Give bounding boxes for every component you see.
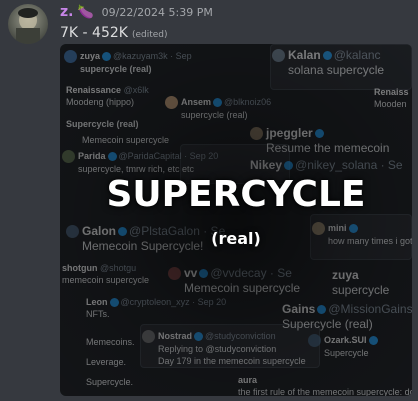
tweet-snippet: Leverage. — [86, 357, 127, 367]
tweet-snippet: Renaissance @x6lk Moodeng (hippo) — [66, 85, 149, 107]
tweet-snippet: Nikey @nikey_solana · Se — [250, 158, 403, 172]
tweet-snippet: zuya supercycle — [332, 268, 390, 297]
discord-message: z. 🍆 09/22/2024 5:39 PM 7K - 452K (edite… — [0, 0, 418, 401]
message-text: 7K - 452K — [60, 25, 128, 41]
eggplant-icon: 🍆 — [77, 5, 94, 20]
tweet-snippet: Gains@MissionGains · Se Supercycle (real… — [282, 302, 412, 331]
tweet-snippet: Ansem @blknoiz06 supercycle (real) — [165, 96, 271, 121]
verified-icon — [213, 98, 223, 108]
verified-icon — [199, 269, 209, 279]
attachment-title: SUPERCYCLE — [106, 174, 366, 215]
attachment-subtitle: (real) — [211, 229, 261, 248]
tweet-snippet: Memecoins. — [86, 337, 135, 347]
avatar — [272, 49, 285, 63]
tweet-snippet: Nostrad @studyconviction Replying to @stu… — [142, 330, 306, 367]
tweet-snippet: Parida @ParidaCapital · Sep 20 supercycle… — [62, 150, 218, 175]
username[interactable]: z. — [60, 4, 73, 20]
avatar — [64, 50, 77, 64]
tweet-snippet: Supercycle. — [86, 377, 134, 387]
tweet-snippet: Supercycle (real) — [66, 119, 139, 129]
tweet-snippet: Ozark.SUI Supercycle — [308, 334, 380, 359]
user-avatar[interactable] — [8, 4, 48, 44]
image-attachment[interactable]: zuya @kazuyam3k · Sep supercycle (real) K… — [60, 44, 412, 396]
message-content: 7K - 452K (edited) — [60, 25, 168, 43]
verified-icon — [102, 52, 112, 62]
verified-icon — [314, 129, 324, 139]
tweet-snippet: Kalan @kalanc solana supercycle — [272, 48, 384, 78]
tweet-snippet: Leon @cryptoleon_xyz · Sep 20 NFTs. — [86, 297, 227, 319]
verified-icon — [322, 51, 332, 61]
message-header: z. 🍆 09/22/2024 5:39 PM — [60, 4, 213, 22]
avatar — [165, 96, 178, 110]
verified-icon — [368, 336, 378, 346]
avatar — [308, 334, 321, 348]
verified-icon — [109, 298, 119, 308]
verified-icon — [317, 305, 327, 315]
tweet-snippet: shotgun @shotgu memecoin supercycle — [62, 263, 150, 285]
tweet-snippet: zuya @kazuyam3k · Sep supercycle (real) — [64, 50, 192, 75]
verified-icon — [107, 152, 117, 162]
edited-label: (edited) — [131, 30, 168, 40]
avatar — [142, 330, 155, 344]
tweet-snippet: Memecoin supercycle — [82, 135, 170, 145]
avatar — [250, 127, 263, 141]
tweet-snippet: Renaiss Mooden — [374, 87, 409, 109]
avatar — [62, 150, 75, 164]
verified-icon — [194, 332, 204, 342]
tweet-snippet: aura the first rule of the memecoin supe… — [238, 375, 412, 396]
tweet-snippet: vv @vvdecay · Se Memecoin supercycle — [168, 266, 300, 296]
verified-icon — [284, 161, 294, 171]
tweet-snippet: jpeggler Resume the memecoin — [250, 126, 389, 156]
timestamp: 09/22/2024 5:39 PM — [101, 6, 213, 19]
avatar — [168, 267, 181, 281]
